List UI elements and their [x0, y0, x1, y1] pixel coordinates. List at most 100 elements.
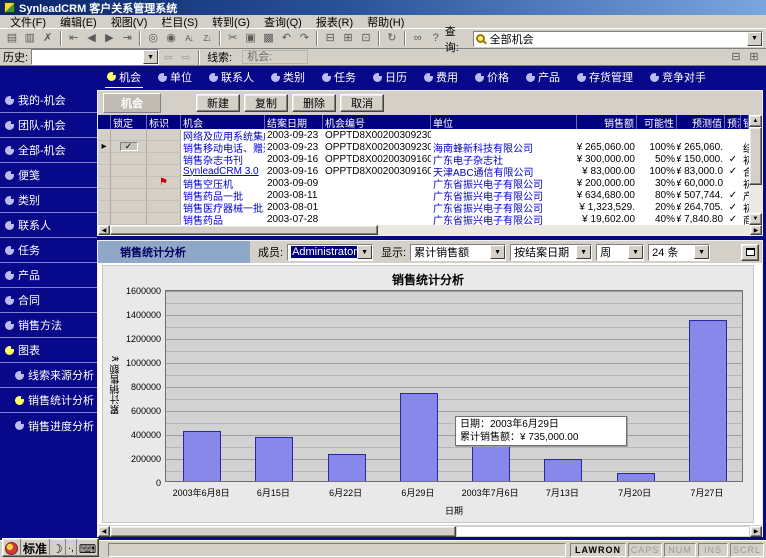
- column-header-可能性[interactable]: 可能性: [637, 115, 677, 129]
- cancel-button[interactable]: 取消: [340, 94, 384, 112]
- find-record-icon[interactable]: ◉: [162, 31, 180, 47]
- sidebar-item-合同[interactable]: 合同: [0, 288, 97, 313]
- opportunity-link[interactable]: 网络及应用系统集成: [183, 129, 265, 141]
- chart-bar[interactable]: [617, 473, 655, 481]
- count-dropdown-button[interactable]: ▼: [694, 245, 709, 259]
- tab-日历[interactable]: 日历: [371, 67, 409, 87]
- tab-存货管理[interactable]: 存货管理: [575, 67, 635, 87]
- column-header-indicator[interactable]: [98, 115, 111, 129]
- new-record-icon[interactable]: ▤: [3, 31, 21, 47]
- period-combobox[interactable]: 周 ▼: [596, 244, 644, 261]
- sidebar-item-联系人[interactable]: 联系人: [0, 213, 97, 238]
- scroll-up-icon[interactable]: ▲: [749, 115, 762, 127]
- tab-类别[interactable]: 类别: [269, 67, 307, 87]
- column-header-预测[interactable]: 预测: [725, 115, 741, 129]
- chart-horizontal-scrollbar[interactable]: ◀ ▶: [98, 525, 762, 536]
- chart-hscroll-thumb[interactable]: [110, 526, 456, 537]
- chart-scroll-right-icon[interactable]: ▶: [750, 526, 762, 537]
- grid-vertical-scrollbar[interactable]: ▲ ▼: [749, 115, 762, 225]
- opportunity-link[interactable]: 销售药品: [183, 213, 223, 225]
- prev-record-icon[interactable]: ◀: [83, 31, 101, 47]
- sidebar-item-销售进度分析[interactable]: 销售进度分析: [0, 413, 97, 438]
- report-print-icon[interactable]: ⊟: [727, 49, 745, 65]
- opportunity-link[interactable]: 销售杂志书刊: [183, 153, 243, 165]
- export-icon[interactable]: ⊞: [339, 31, 357, 47]
- company-link[interactable]: 广东省振兴电子有限公司: [433, 213, 543, 225]
- grid-horizontal-scrollbar[interactable]: ◀ ▶: [98, 225, 762, 235]
- column-header-销[interactable]: 销: [741, 115, 749, 129]
- menu-item-1[interactable]: 编辑(E): [53, 14, 104, 30]
- sidebar-item-产品[interactable]: 产品: [0, 263, 97, 288]
- history-combobox[interactable]: ▼: [31, 49, 159, 65]
- menu-item-3[interactable]: 栏目(S): [154, 14, 205, 30]
- query-dropdown-button[interactable]: ▼: [747, 32, 762, 46]
- ime-logo-icon[interactable]: [3, 539, 20, 558]
- period-dropdown-button[interactable]: ▼: [628, 245, 643, 259]
- sidebar-item-销售方法[interactable]: 销售方法: [0, 313, 97, 338]
- binoculars-icon[interactable]: ∞: [409, 31, 427, 47]
- chart-bar[interactable]: [183, 431, 221, 481]
- first-record-icon[interactable]: ⇤: [65, 31, 83, 47]
- company-link[interactable]: 广东省振兴电子有限公司: [433, 189, 543, 201]
- sidebar-item-我的-机会[interactable]: 我的-机会: [0, 88, 97, 113]
- company-link[interactable]: 广东电子杂志社: [433, 153, 503, 165]
- grid-vscroll-thumb[interactable]: [749, 127, 762, 185]
- menu-item-2[interactable]: 视图(V): [104, 14, 155, 30]
- opportunity-link[interactable]: 销售医疗器械一批: [183, 201, 263, 213]
- history-dropdown-button[interactable]: ▼: [143, 50, 158, 64]
- opportunity-link[interactable]: 销售移动电话、赠送: [183, 141, 265, 153]
- tab-竞争对手[interactable]: 竞争对手: [648, 67, 708, 87]
- undo-icon[interactable]: ↶: [277, 31, 295, 47]
- chart-bar[interactable]: [255, 437, 293, 481]
- column-header-机会编号[interactable]: 机会编号: [323, 115, 431, 129]
- grid-hscroll-thumb[interactable]: [110, 225, 378, 235]
- tab-产品[interactable]: 产品: [524, 67, 562, 87]
- table-row[interactable]: 销售杂志书刊2003-09-16OPPTD8X0020030916001广东电子…: [98, 153, 749, 165]
- query-combobox[interactable]: 全部机会 ▼: [473, 31, 763, 47]
- zoom-icon[interactable]: ◎: [144, 31, 162, 47]
- sidebar-item-团队-机会[interactable]: 团队-机会: [0, 113, 97, 138]
- chart-hscroll-track[interactable]: [456, 526, 750, 537]
- history-forward-icon[interactable]: ⇨: [177, 50, 195, 65]
- sort-desc-icon[interactable]: Z↓: [198, 31, 216, 47]
- chart-bar[interactable]: [544, 459, 582, 481]
- ime-fullhalf-icon[interactable]: ☽: [49, 539, 65, 558]
- copy-icon[interactable]: ▣: [242, 31, 260, 47]
- table-row[interactable]: 销售药品2003-07-28广东省振兴电子有限公司¥ 19,602.0040%¥…: [98, 213, 749, 225]
- company-link[interactable]: 广东省振兴电子有限公司: [433, 201, 543, 213]
- table-row[interactable]: ⚑销售空压机2003-09-09广东省振兴电子有限公司¥ 200,000.003…: [98, 177, 749, 189]
- print-preview-icon[interactable]: ⊡: [357, 31, 375, 47]
- copy-button[interactable]: 复制: [244, 94, 288, 112]
- chart-bar[interactable]: [400, 393, 438, 481]
- company-link[interactable]: 海南蜂新科技有限公司: [433, 141, 533, 153]
- column-header-锁定[interactable]: 锁定: [111, 115, 147, 129]
- column-header-机会[interactable]: 机会: [181, 115, 265, 129]
- sidebar-item-全部-机会[interactable]: 全部-机会: [0, 138, 97, 163]
- chart-bar[interactable]: [689, 320, 727, 481]
- column-header-结案日期[interactable]: 结案日期: [265, 115, 323, 129]
- ime-mode-label[interactable]: 标准: [20, 539, 49, 558]
- metric-combobox[interactable]: 累计销售额 ▼: [410, 244, 506, 261]
- column-header-单位[interactable]: 单位: [431, 115, 577, 129]
- new-button[interactable]: 新建: [196, 94, 240, 112]
- sort-asc-icon[interactable]: A↓: [180, 31, 198, 47]
- ime-keyboard-icon[interactable]: ⌨: [76, 539, 98, 558]
- last-record-icon[interactable]: ⇥: [118, 31, 136, 47]
- maximize-chart-button[interactable]: [741, 244, 759, 261]
- tab-联系人[interactable]: 联系人: [207, 67, 256, 87]
- paste-icon[interactable]: ▩: [260, 31, 278, 47]
- ime-toolbar[interactable]: 标准 ☽ ·, ⌨: [2, 538, 99, 557]
- metric-dropdown-button[interactable]: ▼: [490, 245, 505, 259]
- next-record-icon[interactable]: ▶: [100, 31, 118, 47]
- refresh-icon[interactable]: ↻: [383, 31, 401, 47]
- sidebar-item-图表[interactable]: 图表: [0, 338, 97, 363]
- chart-scroll-left-icon[interactable]: ◀: [98, 526, 110, 537]
- table-row[interactable]: 销售药品一批2003-08-11广东省振兴电子有限公司¥ 634,680.008…: [98, 189, 749, 201]
- sidebar-item-类别[interactable]: 类别: [0, 188, 97, 213]
- column-header-预测值[interactable]: 预测值: [677, 115, 725, 129]
- table-row[interactable]: ▸✓销售移动电话、赠送2003-09-23OPPTD8X002003092300…: [98, 141, 749, 153]
- tab-机会[interactable]: 机会: [105, 67, 143, 88]
- scroll-down-icon[interactable]: ▼: [749, 213, 762, 225]
- menu-item-6[interactable]: 报表(R): [309, 14, 360, 30]
- table-row[interactable]: 网络及应用系统集成2003-09-23OPPTD8X0020030923001: [98, 129, 749, 141]
